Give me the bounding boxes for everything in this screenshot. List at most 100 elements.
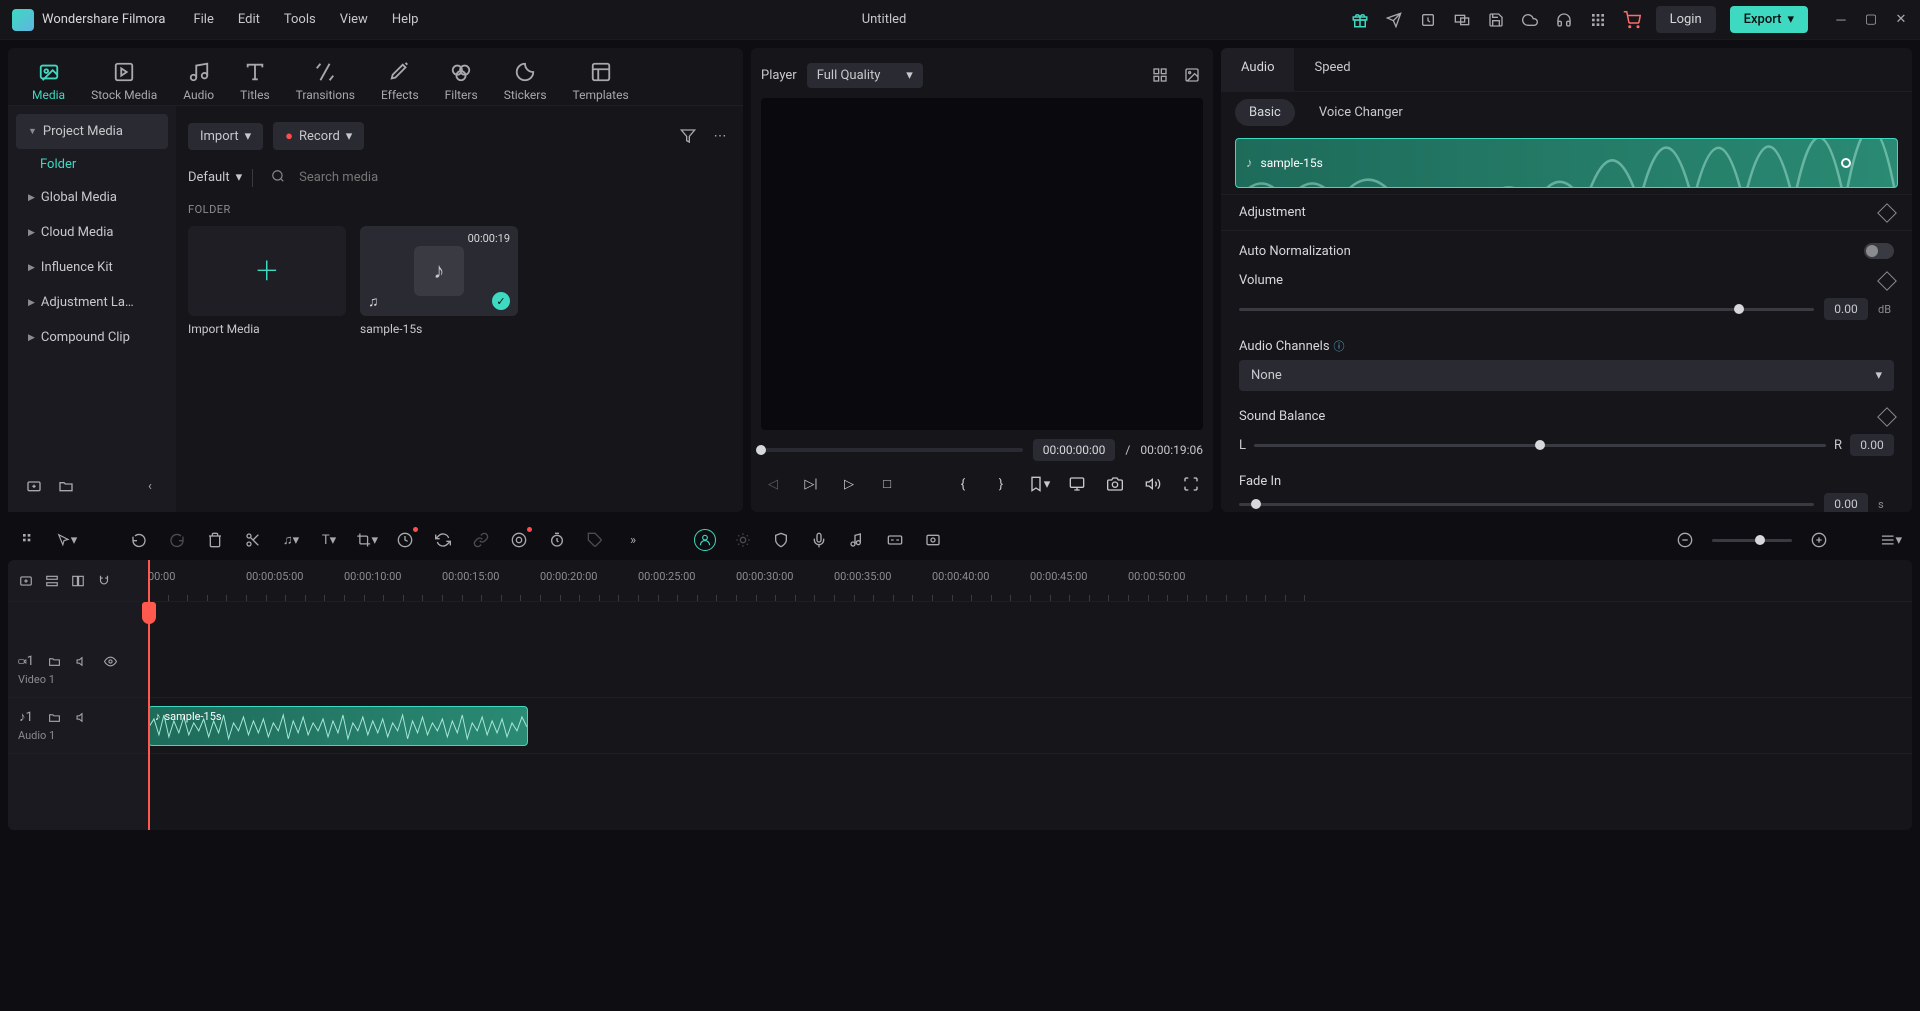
audio-track-header[interactable]: ♪1 Audio 1 (8, 698, 148, 754)
track-magnet-icon[interactable] (96, 573, 112, 589)
brightness-icon[interactable] (732, 529, 754, 551)
undo-icon[interactable] (128, 529, 150, 551)
search-input[interactable] (291, 164, 731, 191)
speed-icon[interactable] (394, 529, 416, 551)
text-tool-icon[interactable]: T▾ (318, 529, 340, 551)
audio-track[interactable]: ♪sample-15s (148, 698, 1912, 754)
capture-icon[interactable] (922, 529, 944, 551)
zoom-in-icon[interactable] (1808, 529, 1830, 551)
volume-value[interactable]: 0.00 (1824, 298, 1868, 320)
close-button[interactable]: ✕ (1894, 13, 1908, 27)
expand-icon[interactable]: » (622, 529, 644, 551)
history-icon[interactable] (1418, 10, 1438, 30)
tab-effects[interactable]: Effects (373, 56, 427, 106)
sidebar-project-media[interactable]: ▼Project Media (16, 114, 168, 149)
track-options-icon[interactable] (44, 573, 60, 589)
mute-icon[interactable] (74, 709, 90, 725)
prev-frame-icon[interactable]: ◁ (761, 472, 785, 496)
play-icon[interactable]: ▷ (837, 472, 861, 496)
subtitle-icon[interactable] (884, 529, 906, 551)
apps-icon[interactable] (1588, 10, 1608, 30)
mic-icon[interactable] (808, 529, 830, 551)
ai-portrait-icon[interactable] (694, 529, 716, 551)
zoom-slider[interactable] (1712, 539, 1792, 542)
channels-dropdown[interactable]: None▾ (1239, 360, 1894, 391)
slider-handle[interactable] (1734, 304, 1744, 314)
fade-in-slider[interactable] (1239, 503, 1814, 506)
tab-stock-media[interactable]: Stock Media (83, 56, 165, 106)
subtab-voice-changer[interactable]: Voice Changer (1305, 99, 1417, 126)
send-icon[interactable] (1384, 10, 1404, 30)
maximize-button[interactable]: ▢ (1864, 13, 1878, 27)
addons-icon[interactable] (18, 529, 40, 551)
crop-icon[interactable]: ▾ (356, 529, 378, 551)
sort-button[interactable]: Default▾ (188, 170, 242, 185)
sidebar-global-media[interactable]: ▶Global Media (16, 180, 168, 215)
volume-slider[interactable] (1239, 308, 1814, 311)
timeline-tracks-area[interactable]: 00:00 00:00:05:00 00:00:10:00 00:00:15:0… (148, 560, 1912, 830)
add-track-icon[interactable] (18, 573, 34, 589)
tab-transitions[interactable]: Transitions (288, 56, 363, 106)
split-icon[interactable] (242, 529, 264, 551)
timeline-ruler[interactable]: 00:00 00:00:05:00 00:00:10:00 00:00:15:0… (148, 560, 1912, 602)
seek-handle[interactable] (756, 445, 766, 455)
cloud-icon[interactable] (1520, 10, 1540, 30)
mark-out-icon[interactable]: } (989, 472, 1013, 496)
zoom-out-icon[interactable] (1674, 529, 1696, 551)
collapse-sidebar-icon[interactable]: ‹ (138, 474, 162, 498)
tab-filters[interactable]: Filters (437, 56, 486, 106)
volume-icon[interactable] (1141, 472, 1165, 496)
reverse-icon[interactable] (432, 529, 454, 551)
filter-icon[interactable] (677, 125, 699, 147)
eye-icon[interactable] (102, 653, 118, 669)
sidebar-compound-clip[interactable]: ▶Compound Clip (16, 320, 168, 355)
redo-icon[interactable] (166, 529, 188, 551)
folder-icon[interactable] (46, 709, 62, 725)
slider-handle[interactable] (1755, 535, 1765, 545)
tab-audio[interactable]: Audio (175, 56, 222, 106)
import-media-card[interactable]: + Import Media (188, 226, 346, 336)
record-button[interactable]: ●Record▾ (273, 122, 364, 150)
props-scroll[interactable]: Adjustment Auto Normalization Volume 0.0… (1221, 194, 1912, 512)
screens-icon[interactable] (1452, 10, 1472, 30)
seek-slider[interactable] (761, 448, 1023, 452)
subtab-basic[interactable]: Basic (1235, 99, 1295, 126)
menu-file[interactable]: File (193, 12, 213, 27)
clip-waveform-preview[interactable]: ♪ sample-15s (1235, 138, 1898, 188)
keyframe-diamond-icon[interactable] (1877, 203, 1897, 223)
mark-in-icon[interactable]: { (951, 472, 975, 496)
auto-norm-toggle[interactable] (1864, 243, 1894, 259)
tab-stickers[interactable]: Stickers (496, 56, 555, 106)
link-icon[interactable] (470, 529, 492, 551)
menu-view[interactable]: View (340, 12, 368, 27)
balance-value[interactable]: 0.00 (1850, 434, 1894, 456)
adjustment-section-head[interactable]: Adjustment (1221, 194, 1912, 230)
select-tool-icon[interactable]: ▾ (56, 529, 78, 551)
folder-icon[interactable] (54, 474, 78, 498)
sidebar-folder[interactable]: Folder (16, 149, 168, 180)
new-folder-icon[interactable] (22, 474, 46, 498)
delete-icon[interactable] (204, 529, 226, 551)
time-current[interactable]: 00:00:00:00 (1033, 439, 1116, 461)
playhead[interactable] (148, 560, 150, 830)
quality-dropdown[interactable]: Full Quality▾ (807, 63, 923, 88)
stop-icon[interactable]: □ (875, 472, 899, 496)
gift-icon[interactable] (1350, 10, 1370, 30)
tab-speed-props[interactable]: Speed (1294, 48, 1370, 91)
display-icon[interactable] (1065, 472, 1089, 496)
headphones-icon[interactable] (1554, 10, 1574, 30)
menu-edit[interactable]: Edit (238, 12, 260, 27)
tag-icon[interactable] (584, 529, 606, 551)
list-view-icon[interactable]: ▾ (1880, 529, 1902, 551)
grid-view-icon[interactable] (1149, 64, 1171, 86)
tab-titles[interactable]: Titles (232, 56, 277, 106)
balance-slider[interactable] (1254, 444, 1826, 447)
video-track[interactable] (148, 642, 1912, 698)
cart-icon[interactable] (1622, 10, 1642, 30)
slider-handle[interactable] (1251, 499, 1261, 509)
timer-icon[interactable] (546, 529, 568, 551)
save-icon[interactable] (1486, 10, 1506, 30)
shield-icon[interactable] (770, 529, 792, 551)
snapshot-icon[interactable] (1103, 472, 1127, 496)
audio-clip[interactable]: ♪sample-15s (148, 706, 528, 746)
